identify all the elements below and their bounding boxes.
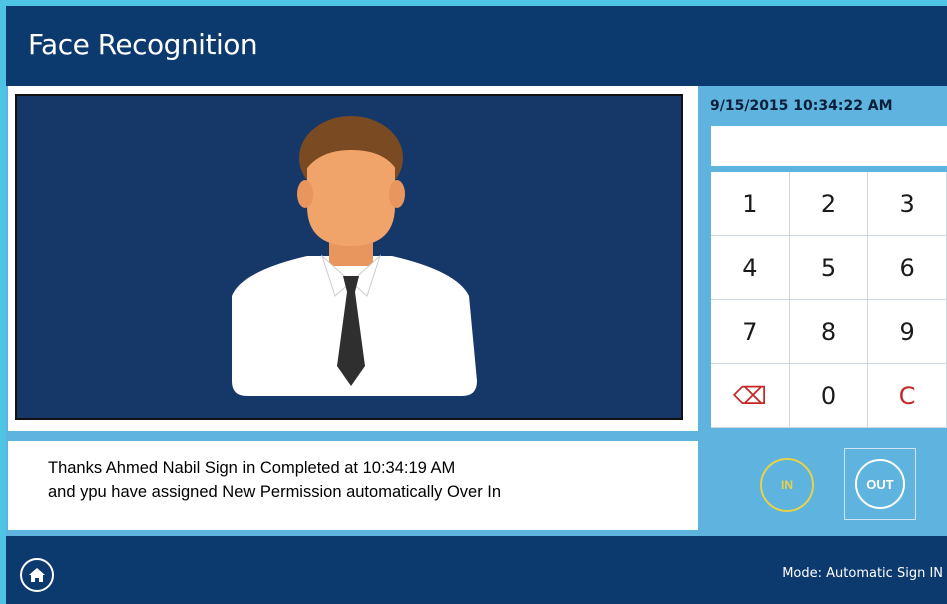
key-7[interactable]: 7 xyxy=(711,300,790,364)
status-message-line-1: Thanks Ahmed Nabil Sign in Completed at … xyxy=(48,459,456,477)
camera-panel xyxy=(8,86,698,431)
status-message-panel: Thanks Ahmed Nabil Sign in Completed at … xyxy=(8,441,698,530)
key-6[interactable]: 6 xyxy=(868,236,947,300)
key-1[interactable]: 1 xyxy=(711,172,790,236)
key-5[interactable]: 5 xyxy=(789,236,869,300)
backspace-icon[interactable]: ⌫ xyxy=(711,364,790,428)
home-button[interactable] xyxy=(20,558,54,592)
sign-out-button[interactable]: OUT xyxy=(855,459,905,509)
numeric-keypad: 1 2 3 4 5 6 7 8 9 ⌫ 0 C xyxy=(711,172,947,428)
sign-out-frame: OUT xyxy=(844,448,916,520)
key-9[interactable]: 9 xyxy=(868,300,947,364)
header-bar: Face Recognition xyxy=(6,6,947,82)
key-8[interactable]: 8 xyxy=(789,300,869,364)
mode-indicator: Mode: Automatic Sign IN xyxy=(782,566,943,581)
key-0[interactable]: 0 xyxy=(789,364,869,428)
camera-view xyxy=(15,94,683,420)
key-2[interactable]: 2 xyxy=(789,172,869,236)
app-window: Face Recognition Thanks Ahmed Nabil Sign… xyxy=(6,6,947,604)
sign-in-button[interactable]: IN xyxy=(760,458,814,512)
user-avatar-icon xyxy=(232,116,477,396)
page-title: Face Recognition xyxy=(28,28,258,61)
home-icon xyxy=(29,568,45,582)
datetime-display: 9/15/2015 10:34:22 AM xyxy=(710,98,893,114)
footer-bar: Mode: Automatic Sign IN xyxy=(6,536,947,604)
clear-button[interactable]: C xyxy=(868,364,947,428)
right-panel: 9/15/2015 10:34:22 AM 1 2 3 4 5 6 7 8 9 … xyxy=(706,86,947,536)
key-4[interactable]: 4 xyxy=(711,236,790,300)
status-message-line-2: and ypu have assigned New Permission aut… xyxy=(48,483,502,501)
key-3[interactable]: 3 xyxy=(868,172,947,236)
pin-input[interactable] xyxy=(711,126,947,166)
main-content: Thanks Ahmed Nabil Sign in Completed at … xyxy=(6,86,947,536)
